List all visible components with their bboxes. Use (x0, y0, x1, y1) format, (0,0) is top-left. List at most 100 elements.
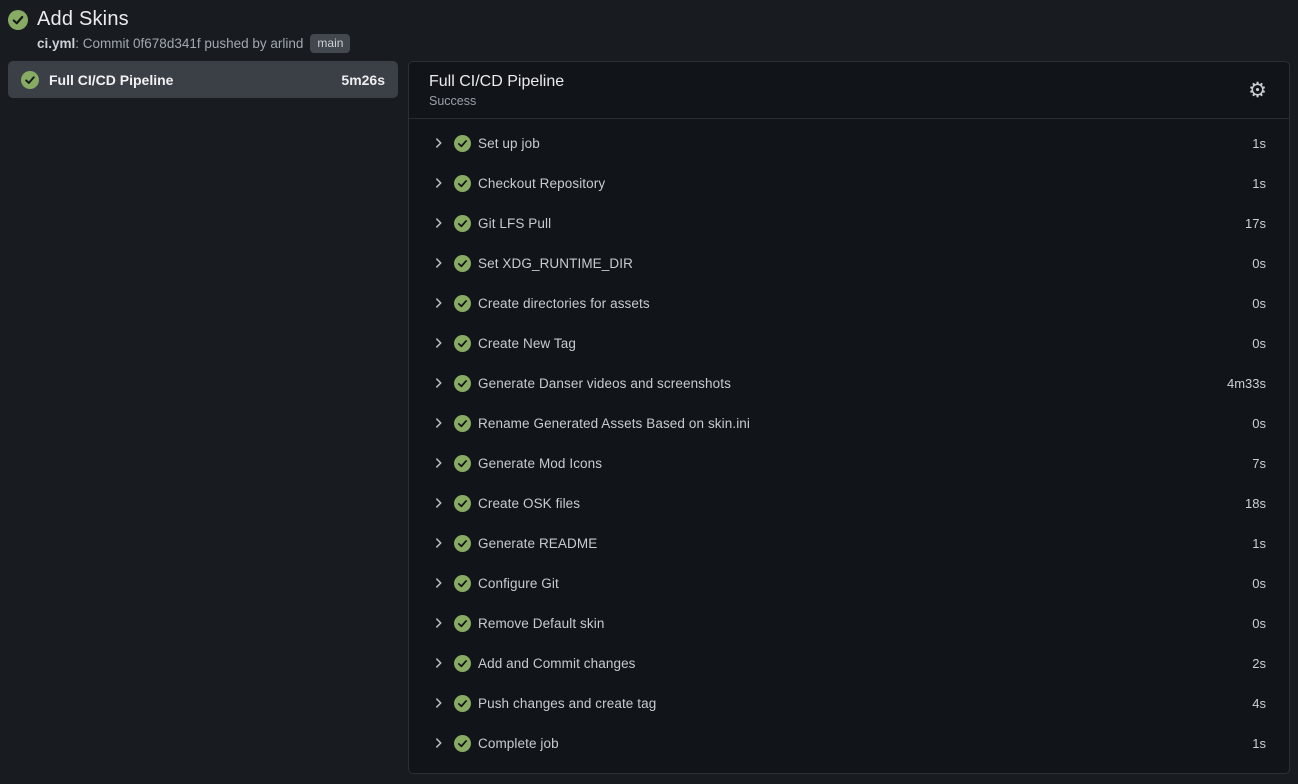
sidebar-job-duration: 5m26s (341, 72, 385, 88)
step-name: Set up job (478, 136, 1252, 151)
step-duration: 4s (1252, 696, 1266, 711)
step-name: Complete job (478, 736, 1252, 751)
step-row[interactable]: Generate Mod Icons 7s (409, 443, 1289, 483)
gear-icon[interactable]: ⚙ (1246, 78, 1269, 103)
step-duration: 1s (1252, 736, 1266, 751)
run-status-success-icon (8, 10, 28, 30)
step-name: Set XDG_RUNTIME_DIR (478, 256, 1252, 271)
step-duration: 1s (1252, 176, 1266, 191)
job-title: Full CI/CD Pipeline (429, 73, 564, 91)
sidebar-job-name: Full CI/CD Pipeline (49, 72, 331, 88)
step-row[interactable]: Create OSK files 18s (409, 483, 1289, 523)
step-duration: 0s (1252, 576, 1266, 591)
job-header-text: Full CI/CD Pipeline Success (429, 73, 564, 108)
step-status-success-icon (454, 215, 471, 232)
actions-run-page: Add Skins ci.yml: Commit 0f678d341f push… (0, 0, 1298, 784)
step-name: Add and Commit changes (478, 656, 1252, 671)
step-duration: 0s (1252, 416, 1266, 431)
step-row[interactable]: Generate Danser videos and screenshots 4… (409, 363, 1289, 403)
step-duration: 0s (1252, 256, 1266, 271)
run-header: Add Skins ci.yml: Commit 0f678d341f push… (8, 6, 1290, 61)
step-duration: 4m33s (1227, 376, 1266, 391)
commit-info-text: : Commit 0f678d341f pushed by arlind (75, 36, 303, 51)
step-name: Git LFS Pull (478, 216, 1245, 231)
step-duration: 17s (1245, 216, 1266, 231)
chevron-right-icon[interactable] (432, 576, 446, 590)
step-status-success-icon (454, 415, 471, 432)
step-row[interactable]: Push changes and create tag 4s (409, 683, 1289, 723)
chevron-right-icon[interactable] (432, 176, 446, 190)
step-name: Generate README (478, 536, 1252, 551)
step-status-success-icon (454, 495, 471, 512)
job-panel-header: Full CI/CD Pipeline Success ⚙ (409, 62, 1289, 119)
chevron-right-icon[interactable] (432, 536, 446, 550)
step-status-success-icon (454, 135, 471, 152)
step-row[interactable]: Set XDG_RUNTIME_DIR 0s (409, 243, 1289, 283)
job-status-success-icon (21, 71, 39, 89)
step-name: Checkout Repository (478, 176, 1252, 191)
step-duration: 1s (1252, 136, 1266, 151)
step-name: Remove Default skin (478, 616, 1252, 631)
step-duration: 1s (1252, 536, 1266, 551)
step-row[interactable]: Complete job 1s (409, 723, 1289, 763)
step-duration: 0s (1252, 616, 1266, 631)
branch-badge[interactable]: main (310, 34, 350, 53)
step-row[interactable]: Remove Default skin 0s (409, 603, 1289, 643)
step-row[interactable]: Checkout Repository 1s (409, 163, 1289, 203)
chevron-right-icon[interactable] (432, 216, 446, 230)
chevron-right-icon[interactable] (432, 296, 446, 310)
step-status-success-icon (454, 175, 471, 192)
jobs-sidebar: Full CI/CD Pipeline 5m26s (8, 61, 398, 98)
chevron-right-icon[interactable] (432, 136, 446, 150)
step-status-success-icon (454, 455, 471, 472)
step-name: Generate Danser videos and screenshots (478, 376, 1227, 391)
chevron-right-icon[interactable] (432, 616, 446, 630)
chevron-right-icon[interactable] (432, 696, 446, 710)
workflow-file-name: ci.yml (37, 36, 75, 51)
chevron-right-icon[interactable] (432, 456, 446, 470)
step-duration: 18s (1245, 496, 1266, 511)
step-duration: 0s (1252, 336, 1266, 351)
step-status-success-icon (454, 695, 471, 712)
step-status-success-icon (454, 575, 471, 592)
step-status-success-icon (454, 615, 471, 632)
step-name: Rename Generated Assets Based on skin.in… (478, 416, 1252, 431)
run-commit-info: ci.yml: Commit 0f678d341f pushed by arli… (37, 36, 303, 51)
step-row[interactable]: Generate README 1s (409, 523, 1289, 563)
step-duration: 0s (1252, 296, 1266, 311)
step-status-success-icon (454, 375, 471, 392)
step-row[interactable]: Create directories for assets 0s (409, 283, 1289, 323)
step-row[interactable]: Set up job 1s (409, 123, 1289, 163)
step-name: Configure Git (478, 576, 1252, 591)
step-row[interactable]: Rename Generated Assets Based on skin.in… (409, 403, 1289, 443)
step-status-success-icon (454, 295, 471, 312)
step-row[interactable]: Add and Commit changes 2s (409, 643, 1289, 683)
sidebar-job-item[interactable]: Full CI/CD Pipeline 5m26s (8, 61, 398, 98)
chevron-right-icon[interactable] (432, 336, 446, 350)
chevron-right-icon[interactable] (432, 376, 446, 390)
step-status-success-icon (454, 335, 471, 352)
step-name: Generate Mod Icons (478, 456, 1252, 471)
job-status-text: Success (429, 94, 564, 108)
step-name: Create directories for assets (478, 296, 1252, 311)
step-status-success-icon (454, 535, 471, 552)
step-name: Push changes and create tag (478, 696, 1252, 711)
step-status-success-icon (454, 255, 471, 272)
run-title: Add Skins (37, 8, 129, 31)
chevron-right-icon[interactable] (432, 496, 446, 510)
step-name: Create OSK files (478, 496, 1245, 511)
step-row[interactable]: Git LFS Pull 17s (409, 203, 1289, 243)
step-duration: 7s (1252, 456, 1266, 471)
step-duration: 2s (1252, 656, 1266, 671)
job-detail-panel: Full CI/CD Pipeline Success ⚙ Set up job… (408, 61, 1290, 774)
chevron-right-icon[interactable] (432, 416, 446, 430)
steps-list: Set up job 1s Checkout Repository 1s Git… (409, 119, 1289, 763)
step-row[interactable]: Configure Git 0s (409, 563, 1289, 603)
chevron-right-icon[interactable] (432, 256, 446, 270)
chevron-right-icon[interactable] (432, 736, 446, 750)
step-row[interactable]: Create New Tag 0s (409, 323, 1289, 363)
chevron-right-icon[interactable] (432, 656, 446, 670)
step-name: Create New Tag (478, 336, 1252, 351)
step-status-success-icon (454, 735, 471, 752)
step-status-success-icon (454, 655, 471, 672)
